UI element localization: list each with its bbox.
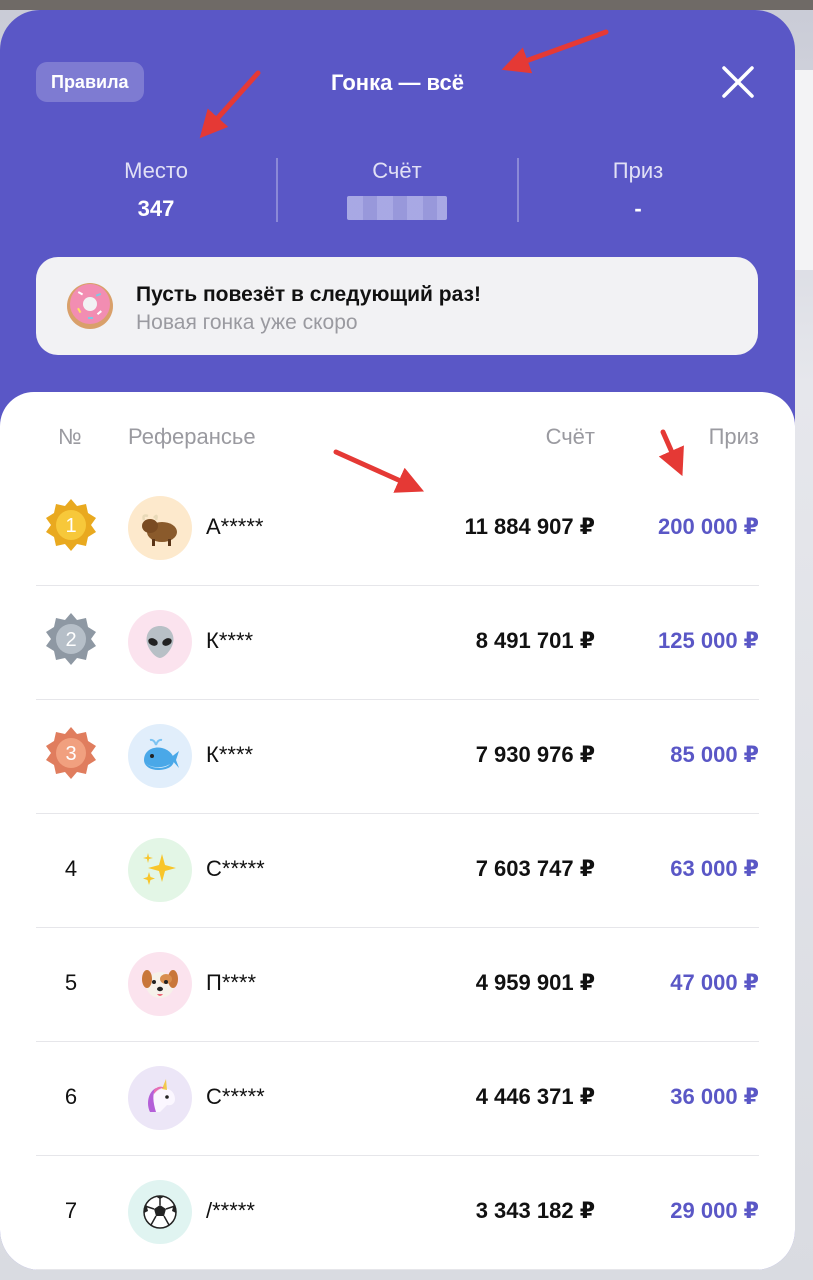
stat-score-label: Счёт (372, 158, 422, 183)
column-header-score: Счёт (545, 424, 595, 449)
bronze-medal-icon: 3 (42, 724, 100, 782)
gold-medal-icon: 1 (42, 496, 100, 554)
player-name: К**** (206, 628, 254, 653)
player-prize: 63 000 ₽ (670, 856, 759, 881)
column-header-player: Реферансье (128, 424, 256, 449)
stat-place: Место 347 (36, 158, 276, 222)
background-card (795, 70, 813, 270)
silver-medal-icon: 2 (42, 610, 100, 668)
player-score: 11 884 907 ₽ (464, 514, 595, 539)
unicorn-icon (128, 1066, 192, 1130)
medal-number: 1 (65, 515, 76, 537)
background-strip (0, 0, 813, 10)
yak-icon (128, 496, 192, 560)
player-name: К**** (206, 742, 254, 767)
table-row[interactable]: 1 А***** 11 884 907 ₽ 200 000 ₽ (0, 472, 795, 586)
player-name: С***** (206, 1084, 265, 1109)
rank-number: 4 (64, 856, 78, 881)
banner-title: Пусть повезёт в следующий раз! (136, 283, 481, 306)
player-prize: 85 000 ₽ (670, 742, 759, 767)
rank-number: 6 (64, 1084, 78, 1109)
blurred-score (347, 196, 447, 220)
banner-subtitle: Новая гонка уже скоро (136, 311, 358, 334)
stat-place-value: 347 (137, 196, 175, 221)
rank-number: 7 (64, 1198, 78, 1223)
result-banner: Пусть повезёт в следующий раз! Новая гон… (36, 257, 758, 355)
alien-icon (128, 610, 192, 674)
stat-prize-value: - (634, 196, 642, 221)
table-row[interactable]: 6 С***** 4 446 371 ₽ 36 000 ₽ (0, 1042, 795, 1156)
player-name: А***** (206, 514, 264, 539)
table-row[interactable]: 4 С***** 7 603 747 ₽ 63 000 ₽ (0, 814, 795, 928)
stat-prize: Приз - (518, 158, 758, 222)
player-score: 3 343 182 ₽ (475, 1198, 595, 1223)
stat-score: Счёт (277, 158, 517, 225)
donut-icon (64, 279, 116, 331)
player-score: 7 603 747 ₽ (475, 856, 595, 881)
leaderboard-sheet: № Реферансье Счёт Приз 1 А***** 11 884 9… (0, 392, 795, 1270)
column-header-rank: № (58, 424, 82, 449)
player-prize: 36 000 ₽ (670, 1084, 759, 1109)
player-name: С***** (206, 856, 265, 881)
player-prize: 29 000 ₽ (670, 1198, 759, 1223)
close-icon[interactable] (718, 62, 758, 102)
soccer-ball-icon (128, 1180, 192, 1244)
dog-icon (128, 952, 192, 1016)
table-row[interactable]: 3 К**** 7 930 976 ₽ 85 000 ₽ (0, 700, 795, 814)
medal-number: 2 (65, 629, 76, 651)
row-divider (36, 1269, 759, 1270)
player-prize: 47 000 ₽ (670, 970, 759, 995)
player-prize: 125 000 ₽ (658, 628, 759, 653)
modal-title: Гонка — всё (330, 70, 465, 95)
player-name: /***** (206, 1198, 255, 1223)
table-row[interactable]: 5 П**** 4 959 901 ₽ 47 000 ₽ (0, 928, 795, 1042)
whale-icon (128, 724, 192, 788)
column-header-prize: Приз (708, 424, 759, 449)
stat-place-label: Место (124, 158, 188, 183)
stat-prize-label: Приз (612, 158, 664, 183)
stats-bar: Место 347 Счёт Приз - (36, 158, 758, 228)
player-prize: 200 000 ₽ (658, 514, 759, 539)
player-score: 7 930 976 ₽ (475, 742, 595, 767)
player-score: 8 491 701 ₽ (475, 628, 595, 653)
table-row[interactable]: 2 К**** 8 491 701 ₽ 125 000 ₽ (0, 586, 795, 700)
medal-number: 3 (65, 743, 76, 765)
sparkles-icon (128, 838, 192, 902)
player-score: 4 959 901 ₽ (475, 970, 595, 995)
rank-number: 5 (64, 970, 78, 995)
race-modal: Правила Гонка — всё Место 347 Счёт Приз … (0, 10, 795, 1270)
player-name: П**** (206, 970, 257, 995)
player-score: 4 446 371 ₽ (475, 1084, 595, 1109)
table-row[interactable]: 7 /***** 3 343 182 ₽ 29 000 ₽ (0, 1156, 795, 1270)
